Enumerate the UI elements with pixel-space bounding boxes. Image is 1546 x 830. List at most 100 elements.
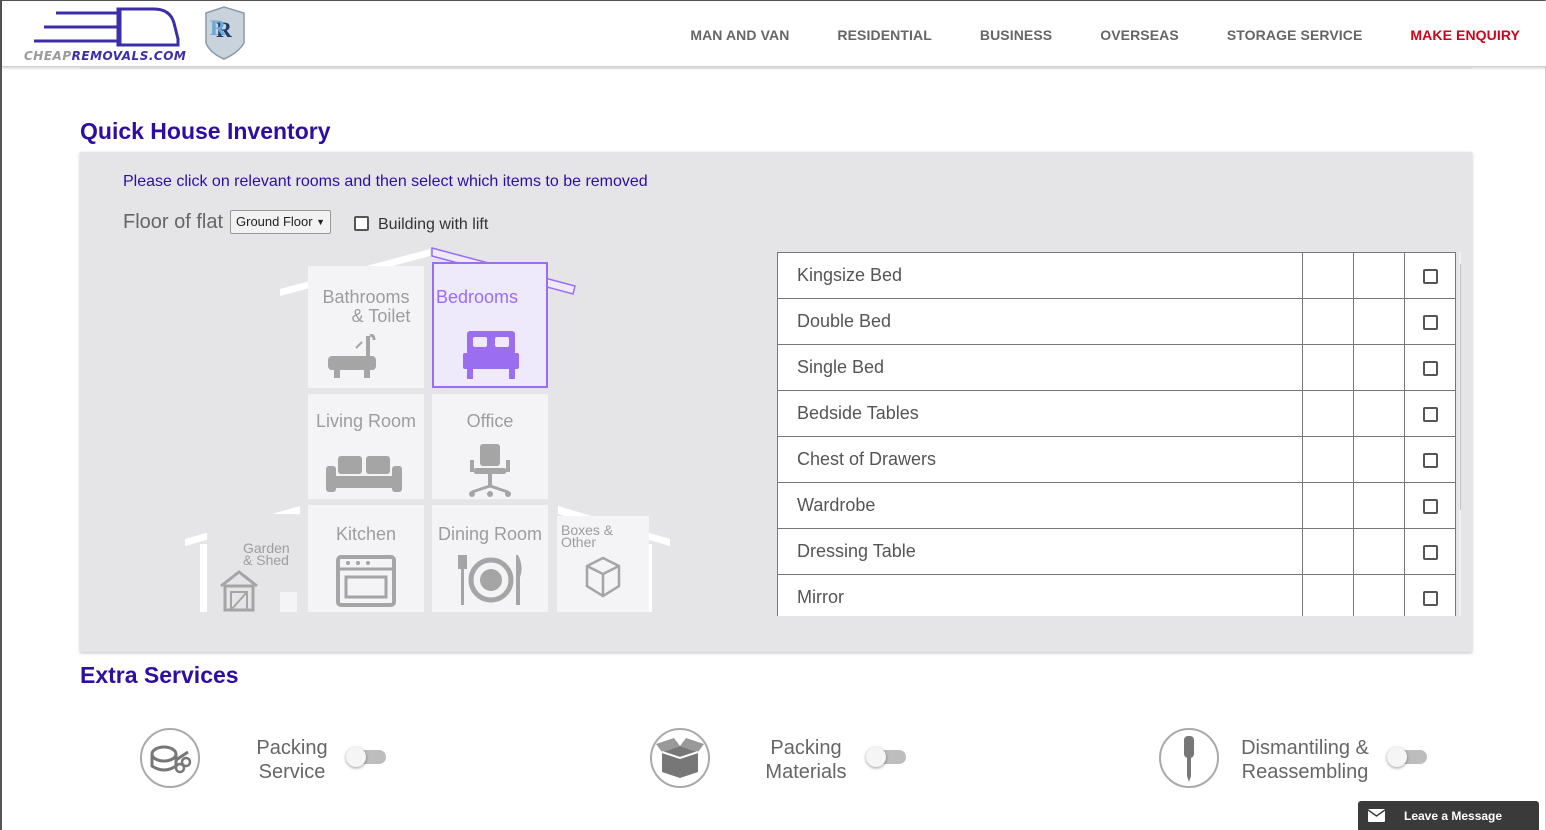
- site-header: R R CHEAPREMOVALS.COM MAN AND VAN RESIDE…: [2, 1, 1546, 67]
- item-checkbox[interactable]: [1422, 406, 1438, 422]
- room-boxes-other[interactable]: Boxes & Other: [557, 516, 649, 612]
- table-row: Mirror: [777, 574, 1456, 616]
- room-office[interactable]: Office: [432, 394, 548, 499]
- item-checkbox[interactable]: [1422, 268, 1438, 284]
- qty-cell[interactable]: [1302, 574, 1355, 616]
- room-garden-shed[interactable]: Garden & Shed: [207, 514, 297, 612]
- scroll-up-icon[interactable]: ▲: [1459, 252, 1461, 262]
- nav-storage-service[interactable]: STORAGE SERVICE: [1227, 27, 1363, 43]
- room-label: & Toilet: [351, 306, 411, 326]
- room-label: Bathrooms: [322, 287, 410, 307]
- toggle-knob: [866, 747, 886, 767]
- item-checkbox[interactable]: [1422, 498, 1438, 514]
- service-label-line: Materials: [765, 761, 847, 783]
- shed-icon: [220, 570, 258, 612]
- item-name: Wardrobe: [777, 482, 1304, 529]
- lift-checkbox[interactable]: [354, 216, 369, 231]
- svg-text:R: R: [210, 15, 227, 40]
- items-list[interactable]: Kingsize Bed Double Bed Single Bed Bedsi…: [777, 252, 1461, 616]
- office-chair-icon: [469, 444, 511, 497]
- table-row: Bedside Tables: [777, 390, 1456, 437]
- table-row: Dressing Table: [777, 528, 1456, 575]
- service-dismantling: Dismantiling & Reassembling: [1159, 726, 1434, 790]
- qty-cell[interactable]: [1353, 390, 1406, 437]
- item-name: Mirror: [777, 574, 1304, 616]
- table-row: Single Bed: [777, 344, 1456, 391]
- item-checkbox[interactable]: [1422, 590, 1438, 606]
- qty-cell[interactable]: [1302, 344, 1355, 391]
- oven-icon: [336, 555, 396, 607]
- bed-icon: [463, 331, 519, 379]
- table-row: Double Bed: [777, 298, 1456, 345]
- checkbox-cell: [1404, 298, 1456, 345]
- qty-cell[interactable]: [1302, 252, 1355, 299]
- room-label: Other: [561, 534, 597, 550]
- checkbox-cell: [1404, 390, 1456, 437]
- table-row: Wardrobe: [777, 482, 1456, 529]
- service-icon-circle: [650, 728, 710, 788]
- floor-select[interactable]: Ground Floor ▼: [230, 210, 331, 234]
- item-name: Dressing Table: [777, 528, 1304, 575]
- item-checkbox[interactable]: [1422, 544, 1438, 560]
- nav-residential[interactable]: RESIDENTIAL: [837, 27, 931, 43]
- dismantling-toggle[interactable]: [1387, 747, 1427, 767]
- room-kitchen[interactable]: Kitchen: [308, 505, 424, 612]
- divider: [80, 67, 1472, 69]
- nav-make-enquiry[interactable]: MAKE ENQUIRY: [1410, 27, 1520, 43]
- service-packing-materials: Packing Materials: [650, 726, 910, 790]
- qty-cell[interactable]: [1353, 252, 1406, 299]
- item-checkbox[interactable]: [1422, 314, 1438, 330]
- page: R R CHEAPREMOVALS.COM MAN AND VAN RESIDE…: [0, 0, 1546, 830]
- service-label-line: Reassembling: [1241, 761, 1369, 783]
- toggle-knob: [346, 747, 366, 767]
- nav-man-and-van[interactable]: MAN AND VAN: [690, 27, 789, 43]
- qty-cell[interactable]: [1302, 436, 1355, 483]
- item-checkbox[interactable]: [1422, 452, 1438, 468]
- qty-cell[interactable]: [1353, 528, 1406, 575]
- qty-cell[interactable]: [1302, 528, 1355, 575]
- checkbox-cell: [1404, 482, 1456, 529]
- checkbox-cell: [1404, 252, 1456, 299]
- nav-overseas[interactable]: OVERSEAS: [1100, 27, 1179, 43]
- item-checkbox[interactable]: [1422, 360, 1438, 376]
- box-icon: [585, 556, 621, 598]
- scroll-down-icon[interactable]: ▼: [1459, 606, 1461, 616]
- qty-cell[interactable]: [1353, 436, 1406, 483]
- leave-message-chat-button[interactable]: Leave a Message: [1358, 801, 1539, 830]
- qty-cell[interactable]: [1302, 390, 1355, 437]
- inventory-panel: Please click on relevant rooms and then …: [80, 152, 1472, 652]
- qty-cell[interactable]: [1353, 482, 1406, 529]
- sofa-icon: [326, 456, 402, 492]
- qty-cell[interactable]: [1302, 298, 1355, 345]
- checkbox-cell: [1404, 528, 1456, 575]
- room-bathrooms[interactable]: Bathrooms & Toilet: [308, 266, 424, 388]
- room-label: Office: [466, 411, 514, 431]
- nav-business[interactable]: BUSINESS: [980, 27, 1052, 43]
- item-name: Double Bed: [777, 298, 1304, 345]
- room-bedrooms[interactable]: Bedrooms: [432, 262, 548, 388]
- qty-cell[interactable]: [1302, 482, 1355, 529]
- chevron-down-icon: ▼: [316, 217, 325, 227]
- items-table: Kingsize Bed Double Bed Single Bed Bedsi…: [777, 252, 1456, 616]
- service-icon-circle: [1159, 728, 1219, 788]
- scroll-thumb[interactable]: [1460, 264, 1461, 510]
- floor-select-value: Ground Floor: [236, 214, 313, 229]
- qty-cell[interactable]: [1353, 574, 1406, 616]
- bathtub-icon: [328, 334, 376, 378]
- main-nav: MAN AND VAN RESIDENTIAL BUSINESS OVERSEA…: [642, 27, 1520, 43]
- instructions-text: Please click on relevant rooms and then …: [123, 173, 648, 190]
- item-name: Bedside Tables: [777, 390, 1304, 437]
- packing-materials-toggle[interactable]: [866, 747, 906, 767]
- checkbox-cell: [1404, 574, 1456, 616]
- extra-services-title: Extra Services: [80, 662, 239, 688]
- qty-cell[interactable]: [1353, 298, 1406, 345]
- floor-label: Floor of flat: [123, 211, 224, 233]
- room-dining-room[interactable]: Dining Room: [432, 505, 548, 612]
- room-living-room[interactable]: Living Room: [308, 394, 424, 499]
- service-packing-service: Packing Service: [140, 726, 390, 790]
- scrollbar[interactable]: ▲ ▼: [1459, 252, 1461, 616]
- box-icon: [656, 738, 704, 778]
- qty-cell[interactable]: [1353, 344, 1406, 391]
- packing-service-toggle[interactable]: [346, 747, 386, 767]
- site-logo[interactable]: R R CHEAPREMOVALS.COM: [20, 3, 255, 63]
